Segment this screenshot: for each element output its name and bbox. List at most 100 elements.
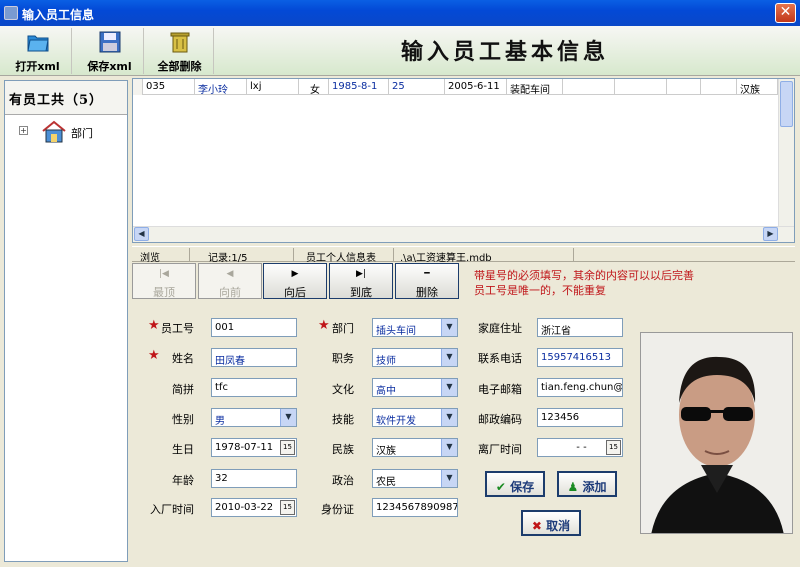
age-input[interactable]: 32 bbox=[211, 469, 297, 488]
emp-no-input[interactable]: 001 bbox=[211, 318, 297, 337]
join-date-picker[interactable]: 2010-03-22 15 bbox=[211, 498, 297, 517]
previous-icon: ◀ bbox=[226, 269, 234, 279]
scroll-thumb[interactable] bbox=[780, 81, 793, 127]
employee-tree-panel: 有员工共（5） + 部门 bbox=[4, 80, 128, 562]
chevron-down-icon[interactable]: ▼ bbox=[441, 409, 457, 426]
open-folder-icon bbox=[27, 35, 49, 52]
grid-cell[interactable]: lxj bbox=[247, 79, 299, 95]
dept-select[interactable]: 插头车间 ▼ bbox=[372, 318, 458, 337]
grid-vertical-scrollbar[interactable] bbox=[778, 79, 794, 227]
calendar-icon[interactable]: 15 bbox=[280, 500, 295, 515]
chevron-down-icon[interactable]: ▼ bbox=[441, 349, 457, 366]
nation-label: 民族 bbox=[332, 443, 354, 456]
education-select[interactable]: 高中 ▼ bbox=[372, 378, 458, 397]
grid-cell[interactable]: 035 bbox=[143, 79, 195, 95]
chevron-down-icon[interactable]: ▼ bbox=[441, 439, 457, 456]
grid-cell[interactable]: 李小玲 bbox=[195, 79, 247, 95]
chevron-down-icon[interactable]: ▼ bbox=[441, 379, 457, 396]
education-label: 文化 bbox=[332, 383, 354, 396]
name-input[interactable]: 田凤春 bbox=[211, 348, 297, 367]
grid-cell[interactable]: 2005-6-11 bbox=[445, 79, 507, 95]
grid-cell[interactable] bbox=[667, 79, 701, 95]
nation-select[interactable]: 汉族 ▼ bbox=[372, 438, 458, 457]
gender-value: 男 bbox=[215, 416, 225, 427]
id-card-input[interactable]: 1234567890987654 bbox=[372, 498, 458, 517]
checkmark-icon: ✔ bbox=[495, 480, 506, 494]
skill-label: 技能 bbox=[332, 413, 354, 426]
grid-cell[interactable]: 女 bbox=[299, 79, 329, 95]
previous-record-button[interactable]: ◀ 向前 bbox=[198, 263, 262, 299]
grid-cell[interactable]: 装配车间 bbox=[507, 79, 563, 95]
join-date-label: 入厂时间 bbox=[150, 503, 194, 516]
scroll-left-icon[interactable]: ◀ bbox=[134, 227, 149, 241]
chevron-down-icon[interactable]: ▼ bbox=[441, 319, 457, 336]
leave-date-picker[interactable]: - - 15 bbox=[537, 438, 623, 457]
age-label: 年龄 bbox=[172, 474, 194, 487]
join-date-value: 2010-03-22 bbox=[215, 502, 274, 513]
grid-cell[interactable]: 汉族 bbox=[737, 79, 778, 95]
add-button[interactable]: ♟ 添加 bbox=[557, 471, 617, 497]
skill-select[interactable]: 软件开发 ▼ bbox=[372, 408, 458, 427]
calendar-icon[interactable]: 15 bbox=[280, 440, 295, 455]
first-record-button[interactable]: |◀ 最顶 bbox=[132, 263, 196, 299]
close-button[interactable]: ✕ bbox=[775, 3, 796, 23]
address-label: 家庭住址 bbox=[478, 322, 522, 335]
save-button-label: 保存 bbox=[510, 480, 535, 494]
politics-select[interactable]: 农民 ▼ bbox=[372, 469, 458, 488]
gender-select[interactable]: 男 ▼ bbox=[211, 408, 297, 427]
employee-count-header: 有员工共（5） bbox=[5, 81, 127, 115]
employee-grid[interactable]: 035 李小玲 lxj 女 1985-8-1 25 2005-6-11 装配车间… bbox=[132, 78, 795, 243]
grid-cell[interactable] bbox=[563, 79, 615, 95]
person-icon: ♟ bbox=[567, 480, 579, 494]
email-label: 电子邮箱 bbox=[478, 383, 522, 396]
post-value: 技师 bbox=[376, 356, 396, 367]
form-banner-title: 输入员工基本信息 bbox=[400, 39, 609, 65]
save-button[interactable]: ✔ 保存 bbox=[485, 471, 545, 497]
grid-cell[interactable]: 1985-8-1 bbox=[329, 79, 389, 95]
emp-no-label: 员工号 bbox=[161, 322, 194, 335]
name-label: 姓名 bbox=[172, 352, 194, 365]
table-row[interactable]: 035 李小玲 lxj 女 1985-8-1 25 2005-6-11 装配车间… bbox=[133, 79, 778, 95]
grid-horizontal-scrollbar[interactable]: ◀ ▶ bbox=[133, 226, 794, 242]
pinyin-input[interactable]: tfc bbox=[211, 378, 297, 397]
last-record-button[interactable]: ▶| 到底 bbox=[329, 263, 393, 299]
phone-label: 联系电话 bbox=[478, 352, 522, 365]
title-bar: 输入员工信息 ✕ bbox=[0, 0, 800, 26]
phone-input[interactable]: 15957416513 bbox=[537, 348, 623, 367]
scroll-right-icon[interactable]: ▶ bbox=[763, 227, 778, 241]
delete-all-button[interactable]: 全部删除 bbox=[146, 28, 214, 74]
last-record-label: 到底 bbox=[350, 286, 372, 299]
calendar-icon[interactable]: 15 bbox=[606, 440, 621, 455]
note-line-1: 带星号的必须填写，其余的内容可以以后完善 bbox=[474, 269, 694, 282]
grid-cell[interactable] bbox=[615, 79, 667, 95]
post-select[interactable]: 技师 ▼ bbox=[372, 348, 458, 367]
delete-record-button[interactable]: ━ 删除 bbox=[395, 263, 459, 299]
birth-value: 1978-07-11 bbox=[215, 442, 274, 453]
grid-cell[interactable]: 25 bbox=[389, 79, 445, 95]
row-selector[interactable] bbox=[133, 79, 143, 95]
open-xml-button[interactable]: 打开xml bbox=[4, 28, 72, 74]
portrait-image bbox=[641, 333, 792, 533]
tree-node-department[interactable]: 部门 bbox=[71, 125, 93, 141]
save-xml-button[interactable]: 保存xml bbox=[76, 28, 144, 74]
cancel-button[interactable]: ✖ 取消 bbox=[521, 510, 581, 536]
address-input[interactable]: 浙江省 bbox=[537, 318, 623, 337]
mode-status: 浏览 bbox=[132, 248, 190, 264]
delete-record-label: 删除 bbox=[416, 286, 438, 299]
open-xml-label: 打开xml bbox=[15, 60, 60, 73]
grid-cell[interactable] bbox=[701, 79, 737, 95]
database-path-status: .\a\工资速算王.mdb bbox=[394, 248, 574, 264]
tree-expand-icon[interactable]: + bbox=[19, 126, 28, 135]
dept-label: 部门 bbox=[332, 322, 354, 335]
table-status: 员工个人信息表 bbox=[294, 248, 394, 264]
app-icon bbox=[4, 6, 18, 20]
birth-date-picker[interactable]: 1978-07-11 15 bbox=[211, 438, 297, 457]
birth-label: 生日 bbox=[172, 443, 194, 456]
chevron-down-icon[interactable]: ▼ bbox=[280, 409, 296, 426]
zip-input[interactable]: 123456 bbox=[537, 408, 623, 427]
chevron-down-icon[interactable]: ▼ bbox=[441, 470, 457, 487]
email-input[interactable]: tian.feng.chun@l bbox=[537, 378, 623, 397]
politics-value: 农民 bbox=[376, 477, 396, 488]
cancel-button-label: 取消 bbox=[546, 519, 571, 533]
next-record-button[interactable]: ▶ 向后 bbox=[263, 263, 327, 299]
